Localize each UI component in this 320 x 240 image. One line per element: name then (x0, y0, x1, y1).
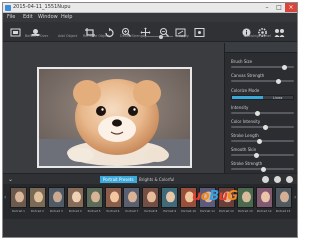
color-intensity-slider[interactable] (231, 124, 294, 130)
adjustments-panel: Brush Size Canvas Strength Colorize Mode… (224, 43, 297, 173)
preset-thumbnail-strip: ‹ › Portrait 1 Portrait 2 Portrait 3 Portra… (3, 184, 297, 219)
actual-size-icon[interactable] (193, 23, 206, 37)
smooth-skin-slider[interactable] (231, 152, 294, 158)
brush-size-knob[interactable] (282, 64, 288, 70)
brush-size-label: Brush Size (231, 59, 253, 64)
toolbar: Before / Over Add Object Remove Object D… (3, 22, 297, 49)
preset-thumbnail-label: Portrait 12 (219, 209, 234, 213)
maximize-button[interactable]: □ (273, 3, 285, 12)
before-after-icon[interactable] (29, 23, 42, 36)
add-preset-icon[interactable] (262, 176, 269, 183)
settings-icon[interactable] (256, 23, 269, 37)
menu-help[interactable]: Help (61, 14, 72, 20)
preset-thumbnail[interactable] (161, 187, 179, 208)
preset-thumbnail[interactable] (104, 187, 122, 208)
presets-bar: ⌄ Portrait Presets Brights & Colorful (3, 173, 297, 184)
drawings-panel-label: Drawings Panel (244, 34, 271, 38)
app-icon (5, 5, 11, 11)
preset-thumbnail[interactable] (123, 187, 141, 208)
preset-thumbnail[interactable] (10, 187, 27, 208)
before-after-label: Before / Over (25, 34, 49, 38)
preset-thumbnail[interactable] (236, 187, 254, 208)
add-object-radio[interactable] (51, 34, 56, 49)
colorize-mode-label: Colorize Mode (231, 88, 260, 93)
delete-preset-icon[interactable] (286, 176, 293, 183)
panel-header (225, 43, 297, 53)
intensity-slider[interactable] (231, 110, 294, 116)
zoom-in-icon[interactable] (120, 23, 133, 37)
preset-thumbnail[interactable] (255, 187, 273, 208)
window-title: 2015-04-11_1551Nupu (13, 4, 71, 10)
intensity-label: Intensity (231, 105, 249, 110)
watermark-logo: uoBuG (192, 189, 238, 204)
minimize-button[interactable]: – (261, 3, 273, 12)
preset-thumbnail[interactable] (274, 187, 292, 208)
preset-thumbnail[interactable] (47, 187, 65, 208)
menu-bar: File Edit Window Help (3, 13, 297, 22)
collapse-chevron-icon[interactable]: ⌄ (7, 176, 14, 183)
toggle-off-segment[interactable]: Linea (263, 96, 294, 100)
add-object-label: Add Object (58, 34, 78, 38)
menu-edit[interactable]: Edit (23, 14, 33, 20)
tab-brights-colorful[interactable]: Brights & Colorful (136, 176, 177, 183)
share-icon[interactable] (273, 23, 286, 37)
smooth-skin-label: Smooth Skin (231, 147, 257, 152)
preset-thumbnail-label: Portrait 9 (163, 209, 177, 213)
stroke-strength-knob[interactable] (261, 166, 267, 172)
colorize-mode-toggle[interactable]: Linea (231, 95, 294, 100)
stroke-length-label: Stroke Length (231, 133, 259, 138)
preset-thumbnail[interactable] (85, 187, 103, 208)
tab-portrait-presets[interactable]: Portrait Presets (100, 176, 137, 183)
smooth-skin-knob[interactable] (254, 152, 260, 158)
canvas-strength-label: Canvas Strength (231, 73, 265, 78)
brush-size-slider[interactable] (231, 64, 294, 70)
preset-thumbnail-label: Portrait 4 (68, 209, 82, 213)
color-intensity-label: Color Intensity (231, 119, 261, 124)
preset-thumbnail-label: Portrait 5 (87, 209, 101, 213)
fit-screen-icon[interactable] (174, 23, 187, 37)
preset-thumbnail-label: Portrait 10 (181, 209, 196, 213)
canvas-area[interactable] (3, 43, 224, 173)
open-image-icon[interactable] (9, 23, 22, 37)
crop-icon[interactable] (84, 23, 97, 37)
scroll-right-icon[interactable]: › (294, 194, 296, 201)
stroke-length-slider[interactable] (231, 138, 294, 144)
save-preset-icon[interactable] (274, 176, 281, 183)
preset-thumbnail-label: Portrait 6 (106, 209, 120, 213)
canvas-strength-knob[interactable] (276, 78, 282, 84)
canvas-strength-slider[interactable] (231, 78, 294, 84)
preset-thumbnail[interactable] (28, 187, 46, 208)
preset-thumbnail-label: Portrait 15 (275, 209, 291, 213)
color-intensity-knob[interactable] (262, 124, 268, 130)
preset-thumbnail-label: Portrait 1 (12, 209, 25, 213)
preset-thumbnail-label: Portrait 3 (49, 209, 63, 213)
dog-photo (39, 69, 190, 166)
preset-thumbnail-label: Portrait 11 (200, 209, 215, 213)
preset-thumbnail[interactable] (66, 187, 84, 208)
preset-thumbnail-label: Portrait 13 (237, 209, 253, 213)
stroke-length-knob[interactable] (257, 138, 263, 144)
preset-thumbnail-label: Portrait 2 (30, 209, 44, 213)
pan-icon[interactable] (139, 23, 152, 38)
rotate-icon[interactable] (103, 23, 116, 38)
stroke-strength-label: Stroke Strength (231, 161, 263, 166)
preset-thumbnail-label: Portrait 14 (256, 209, 272, 213)
preset-thumbnail-label: Portrait 7 (125, 209, 139, 213)
title-bar: 2015-04-11_1551Nupu – □ × (3, 3, 297, 13)
app-window: 2015-04-11_1551Nupu – □ × File Edit Wind… (2, 2, 298, 238)
info-icon[interactable] (240, 23, 253, 37)
close-button[interactable]: × (285, 3, 297, 12)
zoom-out-icon[interactable] (158, 23, 171, 37)
scroll-left-icon[interactable]: ‹ (4, 194, 6, 201)
stroke-strength-slider[interactable] (231, 166, 294, 172)
status-bar (3, 219, 297, 237)
toggle-on-segment[interactable] (232, 96, 263, 99)
intensity-knob[interactable] (255, 110, 261, 116)
main-photo[interactable] (37, 67, 192, 168)
preset-thumbnail[interactable] (142, 187, 160, 208)
preset-thumbnail-label: Portrait 8 (144, 209, 158, 213)
menu-window[interactable]: Window (38, 14, 58, 20)
menu-file[interactable]: File (7, 14, 15, 20)
